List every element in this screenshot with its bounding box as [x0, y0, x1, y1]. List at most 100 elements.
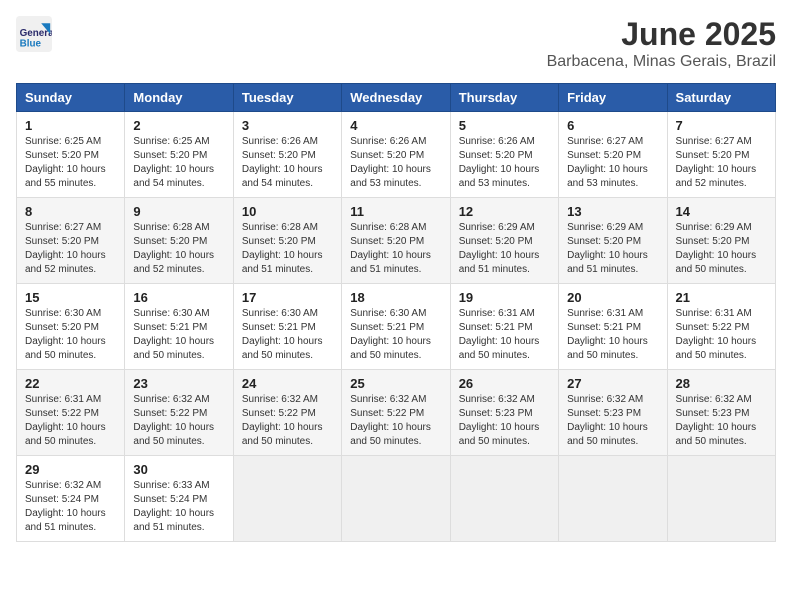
day-number: 2: [133, 118, 224, 133]
calendar-week-5: 29 Sunrise: 6:32 AM Sunset: 5:24 PM Dayl…: [17, 456, 776, 542]
day-info: Sunrise: 6:26 AM Sunset: 5:20 PM Dayligh…: [242, 135, 333, 191]
day-info: Sunrise: 6:25 AM Sunset: 5:20 PM Dayligh…: [133, 135, 224, 191]
calendar-cell: 27 Sunrise: 6:32 AM Sunset: 5:23 PM Dayl…: [559, 370, 667, 456]
day-number: 17: [242, 290, 333, 305]
day-info: Sunrise: 6:32 AM Sunset: 5:22 PM Dayligh…: [242, 393, 333, 449]
day-info: Sunrise: 6:30 AM Sunset: 5:21 PM Dayligh…: [350, 307, 441, 363]
calendar-cell: 12 Sunrise: 6:29 AM Sunset: 5:20 PM Dayl…: [450, 198, 558, 284]
calendar-title: June 2025: [547, 16, 776, 53]
column-headers: SundayMondayTuesdayWednesdayThursdayFrid…: [17, 84, 776, 112]
day-number: 25: [350, 376, 441, 391]
day-info: Sunrise: 6:32 AM Sunset: 5:24 PM Dayligh…: [25, 479, 116, 535]
day-number: 7: [676, 118, 767, 133]
day-info: Sunrise: 6:29 AM Sunset: 5:20 PM Dayligh…: [459, 221, 550, 277]
calendar-week-2: 8 Sunrise: 6:27 AM Sunset: 5:20 PM Dayli…: [17, 198, 776, 284]
calendar-cell: 9 Sunrise: 6:28 AM Sunset: 5:20 PM Dayli…: [125, 198, 233, 284]
column-header-friday: Friday: [559, 84, 667, 112]
calendar-cell: 5 Sunrise: 6:26 AM Sunset: 5:20 PM Dayli…: [450, 112, 558, 198]
calendar-cell: 3 Sunrise: 6:26 AM Sunset: 5:20 PM Dayli…: [233, 112, 341, 198]
logo-icon: General Blue: [16, 16, 52, 52]
day-info: Sunrise: 6:32 AM Sunset: 5:23 PM Dayligh…: [676, 393, 767, 449]
title-area: June 2025 Barbacena, Minas Gerais, Brazi…: [547, 16, 776, 71]
day-info: Sunrise: 6:26 AM Sunset: 5:20 PM Dayligh…: [459, 135, 550, 191]
calendar-subtitle: Barbacena, Minas Gerais, Brazil: [547, 53, 776, 71]
day-number: 12: [459, 204, 550, 219]
calendar-week-1: 1 Sunrise: 6:25 AM Sunset: 5:20 PM Dayli…: [17, 112, 776, 198]
day-info: Sunrise: 6:28 AM Sunset: 5:20 PM Dayligh…: [133, 221, 224, 277]
day-number: 28: [676, 376, 767, 391]
column-header-sunday: Sunday: [17, 84, 125, 112]
calendar-cell: [667, 456, 775, 542]
calendar-cell: 17 Sunrise: 6:30 AM Sunset: 5:21 PM Dayl…: [233, 284, 341, 370]
day-info: Sunrise: 6:28 AM Sunset: 5:20 PM Dayligh…: [350, 221, 441, 277]
day-number: 26: [459, 376, 550, 391]
day-info: Sunrise: 6:31 AM Sunset: 5:22 PM Dayligh…: [676, 307, 767, 363]
calendar-table: SundayMondayTuesdayWednesdayThursdayFrid…: [16, 83, 776, 542]
day-number: 11: [350, 204, 441, 219]
day-info: Sunrise: 6:30 AM Sunset: 5:21 PM Dayligh…: [133, 307, 224, 363]
day-info: Sunrise: 6:27 AM Sunset: 5:20 PM Dayligh…: [567, 135, 658, 191]
day-number: 10: [242, 204, 333, 219]
day-number: 5: [459, 118, 550, 133]
day-number: 18: [350, 290, 441, 305]
calendar-cell: 20 Sunrise: 6:31 AM Sunset: 5:21 PM Dayl…: [559, 284, 667, 370]
day-info: Sunrise: 6:27 AM Sunset: 5:20 PM Dayligh…: [676, 135, 767, 191]
calendar-cell: [342, 456, 450, 542]
calendar-cell: 14 Sunrise: 6:29 AM Sunset: 5:20 PM Dayl…: [667, 198, 775, 284]
calendar-cell: 19 Sunrise: 6:31 AM Sunset: 5:21 PM Dayl…: [450, 284, 558, 370]
header: General Blue June 2025 Barbacena, Minas …: [16, 16, 776, 71]
calendar-cell: 26 Sunrise: 6:32 AM Sunset: 5:23 PM Dayl…: [450, 370, 558, 456]
day-number: 29: [25, 462, 116, 477]
day-number: 9: [133, 204, 224, 219]
day-info: Sunrise: 6:32 AM Sunset: 5:22 PM Dayligh…: [350, 393, 441, 449]
column-header-saturday: Saturday: [667, 84, 775, 112]
day-number: 15: [25, 290, 116, 305]
column-header-monday: Monday: [125, 84, 233, 112]
calendar-cell: 4 Sunrise: 6:26 AM Sunset: 5:20 PM Dayli…: [342, 112, 450, 198]
day-info: Sunrise: 6:26 AM Sunset: 5:20 PM Dayligh…: [350, 135, 441, 191]
day-number: 24: [242, 376, 333, 391]
column-header-tuesday: Tuesday: [233, 84, 341, 112]
calendar-cell: [559, 456, 667, 542]
svg-text:Blue: Blue: [20, 39, 42, 50]
day-number: 4: [350, 118, 441, 133]
day-info: Sunrise: 6:32 AM Sunset: 5:22 PM Dayligh…: [133, 393, 224, 449]
day-number: 6: [567, 118, 658, 133]
calendar-cell: 7 Sunrise: 6:27 AM Sunset: 5:20 PM Dayli…: [667, 112, 775, 198]
column-header-thursday: Thursday: [450, 84, 558, 112]
calendar-cell: 18 Sunrise: 6:30 AM Sunset: 5:21 PM Dayl…: [342, 284, 450, 370]
day-number: 14: [676, 204, 767, 219]
calendar-week-4: 22 Sunrise: 6:31 AM Sunset: 5:22 PM Dayl…: [17, 370, 776, 456]
calendar-week-3: 15 Sunrise: 6:30 AM Sunset: 5:20 PM Dayl…: [17, 284, 776, 370]
day-number: 21: [676, 290, 767, 305]
day-info: Sunrise: 6:31 AM Sunset: 5:21 PM Dayligh…: [567, 307, 658, 363]
calendar-cell: 21 Sunrise: 6:31 AM Sunset: 5:22 PM Dayl…: [667, 284, 775, 370]
day-number: 22: [25, 376, 116, 391]
day-number: 30: [133, 462, 224, 477]
day-number: 23: [133, 376, 224, 391]
calendar-cell: 13 Sunrise: 6:29 AM Sunset: 5:20 PM Dayl…: [559, 198, 667, 284]
day-info: Sunrise: 6:29 AM Sunset: 5:20 PM Dayligh…: [676, 221, 767, 277]
calendar-cell: 1 Sunrise: 6:25 AM Sunset: 5:20 PM Dayli…: [17, 112, 125, 198]
day-number: 16: [133, 290, 224, 305]
logo: General Blue: [16, 16, 52, 52]
calendar-cell: 15 Sunrise: 6:30 AM Sunset: 5:20 PM Dayl…: [17, 284, 125, 370]
day-info: Sunrise: 6:31 AM Sunset: 5:22 PM Dayligh…: [25, 393, 116, 449]
calendar-cell: 22 Sunrise: 6:31 AM Sunset: 5:22 PM Dayl…: [17, 370, 125, 456]
day-number: 20: [567, 290, 658, 305]
day-info: Sunrise: 6:29 AM Sunset: 5:20 PM Dayligh…: [567, 221, 658, 277]
calendar-cell: [450, 456, 558, 542]
day-number: 13: [567, 204, 658, 219]
day-info: Sunrise: 6:31 AM Sunset: 5:21 PM Dayligh…: [459, 307, 550, 363]
day-info: Sunrise: 6:27 AM Sunset: 5:20 PM Dayligh…: [25, 221, 116, 277]
day-number: 3: [242, 118, 333, 133]
calendar-cell: 30 Sunrise: 6:33 AM Sunset: 5:24 PM Dayl…: [125, 456, 233, 542]
day-info: Sunrise: 6:30 AM Sunset: 5:20 PM Dayligh…: [25, 307, 116, 363]
calendar-cell: 8 Sunrise: 6:27 AM Sunset: 5:20 PM Dayli…: [17, 198, 125, 284]
day-number: 8: [25, 204, 116, 219]
day-info: Sunrise: 6:32 AM Sunset: 5:23 PM Dayligh…: [459, 393, 550, 449]
calendar-cell: 25 Sunrise: 6:32 AM Sunset: 5:22 PM Dayl…: [342, 370, 450, 456]
calendar-cell: 16 Sunrise: 6:30 AM Sunset: 5:21 PM Dayl…: [125, 284, 233, 370]
day-info: Sunrise: 6:33 AM Sunset: 5:24 PM Dayligh…: [133, 479, 224, 535]
calendar-cell: 2 Sunrise: 6:25 AM Sunset: 5:20 PM Dayli…: [125, 112, 233, 198]
